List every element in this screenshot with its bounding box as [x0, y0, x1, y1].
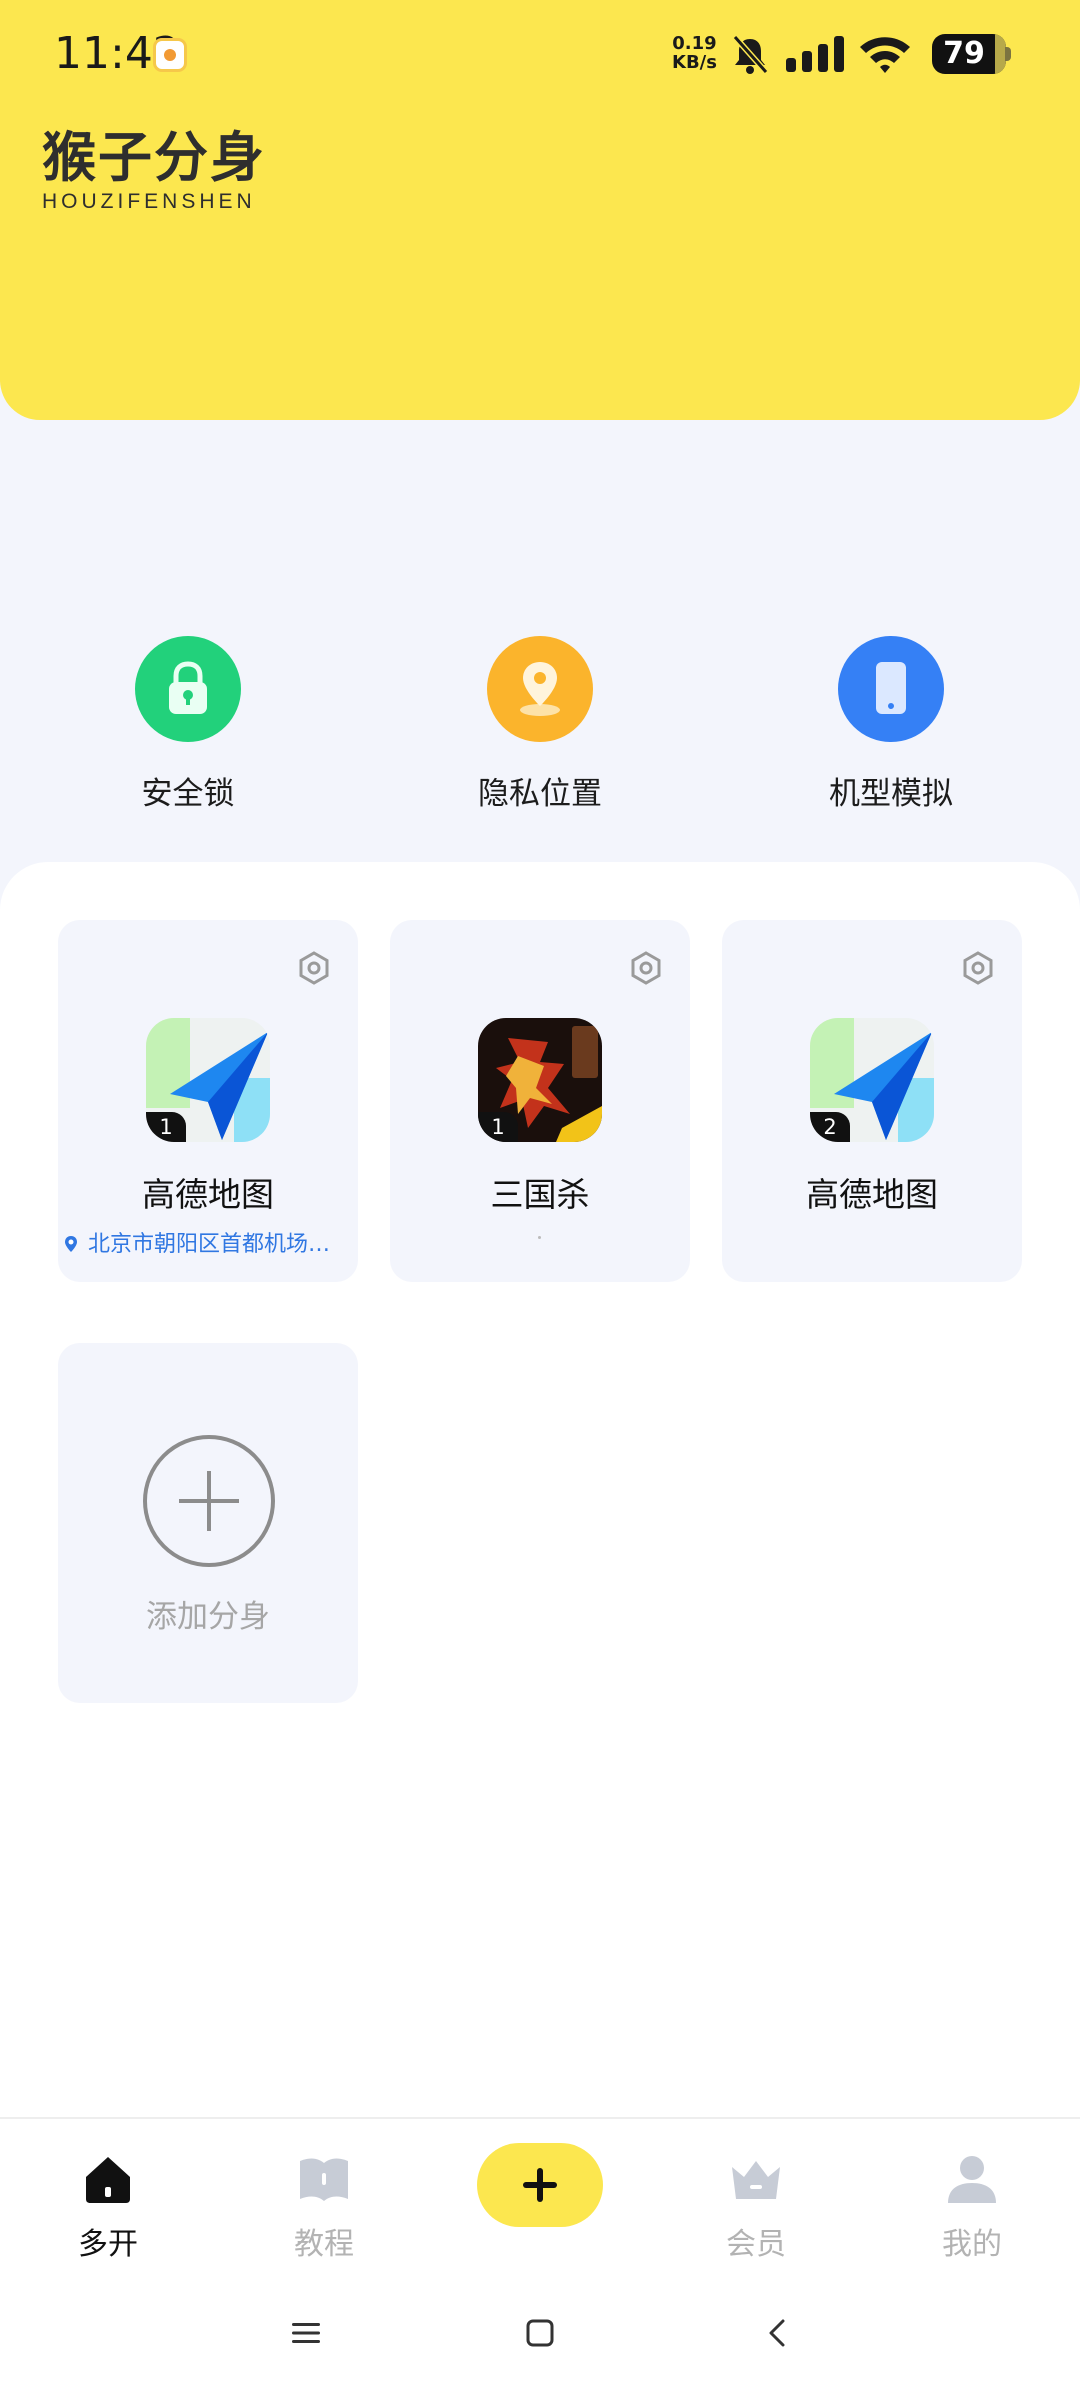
wifi-icon: [860, 37, 910, 73]
gear-icon[interactable]: [960, 950, 996, 986]
app-logo: 猴子分身 HOUZIFENSHEN: [42, 128, 266, 214]
location-pin-icon: [487, 636, 593, 742]
feature-label: 机型模拟: [829, 776, 953, 812]
location-placeholder-dot: [538, 1236, 541, 1239]
gear-icon[interactable]: [628, 950, 664, 986]
person-icon: [948, 2156, 996, 2203]
battery-indicator: 79: [932, 34, 1006, 74]
clone-badge: 1: [478, 1112, 518, 1142]
battery-level: 79: [943, 36, 985, 71]
app-title: 高德地图: [806, 1175, 938, 1214]
home-icon: [86, 2157, 130, 2203]
nav-label: 多开: [78, 2227, 138, 2262]
nav-item-membership[interactable]: 会员: [686, 2151, 826, 2263]
battery-cap: [1005, 47, 1011, 61]
nav-item-tutorial[interactable]: 教程: [254, 2151, 394, 2263]
back-icon[interactable]: [764, 2319, 792, 2347]
feature-device-simulation[interactable]: 机型模拟: [781, 636, 1001, 813]
app-card-amap-2[interactable]: 2 高德地图: [722, 920, 1022, 1282]
amap-icon: 2: [810, 1018, 934, 1142]
status-bar: 11:42 0.19 KB/s 79: [0, 0, 1080, 110]
network-speed: 0.19 KB/s: [672, 34, 717, 72]
nav-label: 教程: [294, 2227, 354, 2262]
network-speed-unit: KB/s: [672, 52, 717, 73]
lock-icon: [135, 636, 241, 742]
feature-private-location[interactable]: 隐私位置: [430, 636, 650, 813]
crown-icon: [732, 2161, 780, 2199]
plus-icon[interactable]: [477, 2143, 603, 2227]
feature-label: 安全锁: [141, 776, 235, 812]
feature-security-lock[interactable]: 安全锁: [78, 636, 298, 813]
app-notification-icon: [153, 38, 187, 72]
app-card-sanguosha[interactable]: 1 三国杀: [390, 920, 690, 1282]
nav-item-multi-open[interactable]: 多开: [38, 2151, 178, 2263]
header-banner: 11:42 0.19 KB/s 79 猴子分身 HOUZIFENSHEN: [0, 0, 1080, 420]
nav-item-profile[interactable]: 我的: [902, 2151, 1042, 2263]
app-location: 北京市朝阳区首都机场…: [62, 1226, 352, 1258]
location-pin-icon: [65, 1236, 77, 1252]
nav-label: 我的: [942, 2227, 1002, 2262]
app-location-text: 北京市朝阳区首都机场…: [88, 1232, 331, 1257]
logo-subtitle: HOUZIFENSHEN: [42, 190, 256, 213]
sanguosha-icon: 1: [478, 1018, 602, 1142]
clone-badge: 1: [146, 1112, 186, 1142]
home-square-icon[interactable]: [526, 2319, 554, 2347]
feature-label: 隐私位置: [478, 776, 602, 812]
nav-label: 会员: [726, 2227, 786, 2262]
cell-signal-icon: [786, 36, 844, 72]
app-card-amap-1[interactable]: 1 高德地图 北京市朝阳区首都机场…: [58, 920, 358, 1282]
plus-circle-icon: [143, 1435, 275, 1567]
app-title: 高德地图: [142, 1175, 274, 1214]
book-icon: [300, 2158, 348, 2201]
logo-title: 猴子分身: [42, 126, 266, 189]
add-clone-label: 添加分身: [146, 1599, 270, 1635]
clone-badge: 2: [810, 1112, 850, 1142]
add-clone-card[interactable]: 添加分身: [58, 1343, 358, 1703]
amap-icon: 1: [146, 1018, 270, 1142]
app-title: 三国杀: [490, 1175, 590, 1214]
menu-icon[interactable]: [292, 2319, 320, 2347]
bottom-nav: 多开 教程 会员 我的: [0, 2117, 1080, 2400]
network-speed-value: 0.19: [672, 33, 717, 54]
phone-icon: [838, 636, 944, 742]
gear-icon[interactable]: [296, 950, 332, 986]
mute-bell-icon: [732, 35, 769, 74]
